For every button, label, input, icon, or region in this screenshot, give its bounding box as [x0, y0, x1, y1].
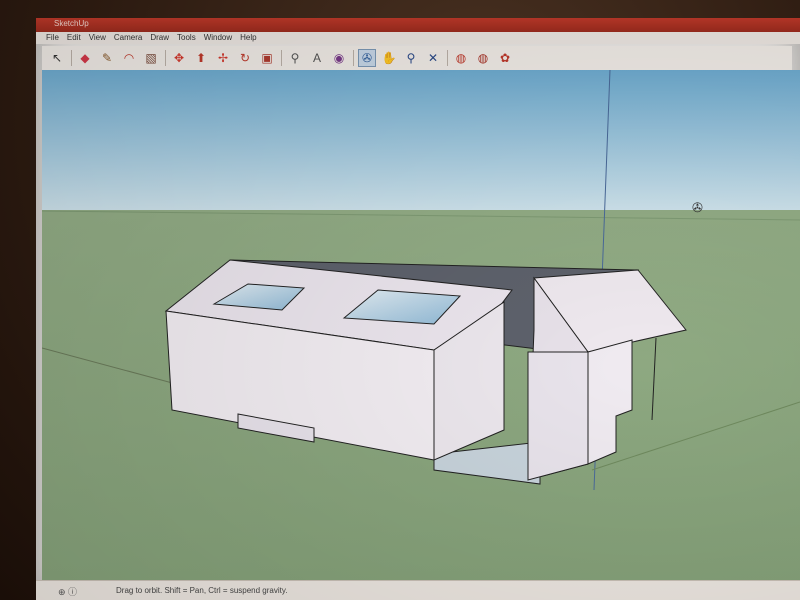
title-bar: SketchUp — [36, 18, 800, 32]
extension-icon: ✿ — [499, 51, 511, 65]
menu-bar: File Edit View Camera Draw Tools Window Help — [36, 32, 800, 44]
paint-bucket-tool-button[interactable]: ◉ — [330, 49, 348, 67]
menu-view[interactable]: View — [85, 32, 110, 42]
pan-tool-button[interactable]: ✋ — [380, 49, 398, 67]
3d-scene[interactable]: ✇ — [42, 70, 800, 580]
rectangle-tool-button[interactable]: ▧ — [142, 49, 160, 67]
line-icon: ✎ — [101, 51, 113, 65]
move-icon: ✥ — [173, 51, 185, 65]
toolbar-separator — [353, 50, 354, 66]
warehouse-tool-button[interactable]: ◍ — [452, 49, 470, 67]
status-icons: ⊕ ⓘ — [58, 587, 78, 597]
scale-tool-button[interactable]: ▣ — [258, 49, 276, 67]
line-tool-button[interactable]: ✎ — [98, 49, 116, 67]
rotate-tool-button[interactable]: ✢ — [214, 49, 232, 67]
eraser-icon: ◆ — [80, 51, 90, 65]
window-title: SketchUp — [54, 19, 89, 28]
arc-icon: ◠ — [123, 51, 135, 65]
toolbar-separator — [165, 50, 166, 66]
model-viewport[interactable]: ✇ — [42, 70, 800, 580]
move-tool-button[interactable]: ✥ — [170, 49, 188, 67]
share-model-icon: ◍ — [477, 51, 489, 65]
zoom-extents-icon: ✕ — [427, 51, 439, 65]
extension-tool-button[interactable]: ✿ — [496, 49, 514, 67]
menu-camera[interactable]: Camera — [110, 32, 146, 42]
rotate-icon: ✢ — [217, 51, 229, 65]
followme-tool-button[interactable]: ↻ — [236, 49, 254, 67]
orbit-cursor-icon: ✇ — [692, 201, 703, 216]
zoom-tool-button[interactable]: ⚲ — [402, 49, 420, 67]
toolbar-separator — [281, 50, 282, 66]
select-icon: ↖ — [51, 51, 63, 65]
toolbar-separator — [71, 50, 72, 66]
text-tool-button[interactable]: A — [308, 49, 326, 67]
menu-edit[interactable]: Edit — [63, 32, 85, 42]
tape-measure-tool-button[interactable]: ⚲ — [286, 49, 304, 67]
pushpull-tool-button[interactable]: ⬆ — [192, 49, 210, 67]
tape-measure-icon: ⚲ — [290, 51, 300, 65]
status-bar: ⊕ ⓘ Drag to orbit. Shift = Pan, Ctrl = s… — [36, 580, 800, 600]
menu-tools[interactable]: Tools — [173, 32, 200, 42]
arc-tool-button[interactable]: ◠ — [120, 49, 138, 67]
pan-icon: ✋ — [381, 51, 397, 65]
menu-help[interactable]: Help — [236, 32, 260, 42]
scale-icon: ▣ — [261, 51, 273, 65]
share-model-tool-button[interactable]: ◍ — [474, 49, 492, 67]
rectangle-icon: ▧ — [145, 51, 157, 65]
orbit-icon: ✇ — [361, 51, 373, 65]
zoom-icon: ⚲ — [406, 51, 416, 65]
paint-bucket-icon: ◉ — [333, 51, 345, 65]
warehouse-icon: ◍ — [455, 51, 467, 65]
orbit-tool-button[interactable]: ✇ — [358, 49, 376, 67]
text-icon: A — [312, 51, 321, 65]
toolbar-separator — [447, 50, 448, 66]
main-toolbar: ↖ ◆ ✎ ◠ ▧ ✥ ⬆ ✢ ↻ ▣ ⚲ A ◉ ✇ ✋ ⚲ ✕ ◍ ◍ ✿ — [42, 46, 792, 71]
menu-draw[interactable]: Draw — [146, 32, 173, 42]
select-tool-button[interactable]: ↖ — [48, 49, 66, 67]
menu-file[interactable]: File — [42, 32, 63, 42]
side-annex — [527, 351, 589, 481]
status-hint: Drag to orbit. Shift = Pan, Ctrl = suspe… — [116, 586, 288, 595]
sketchup-window: SketchUp File Edit View Camera Draw Tools Wind… — [36, 18, 800, 600]
sky — [42, 70, 800, 220]
eraser-tool-button[interactable]: ◆ — [76, 49, 94, 67]
followme-icon: ↻ — [239, 51, 251, 65]
zoom-extents-tool-button[interactable]: ✕ — [424, 49, 442, 67]
pushpull-icon: ⬆ — [195, 51, 207, 65]
menu-window[interactable]: Window — [200, 32, 236, 42]
